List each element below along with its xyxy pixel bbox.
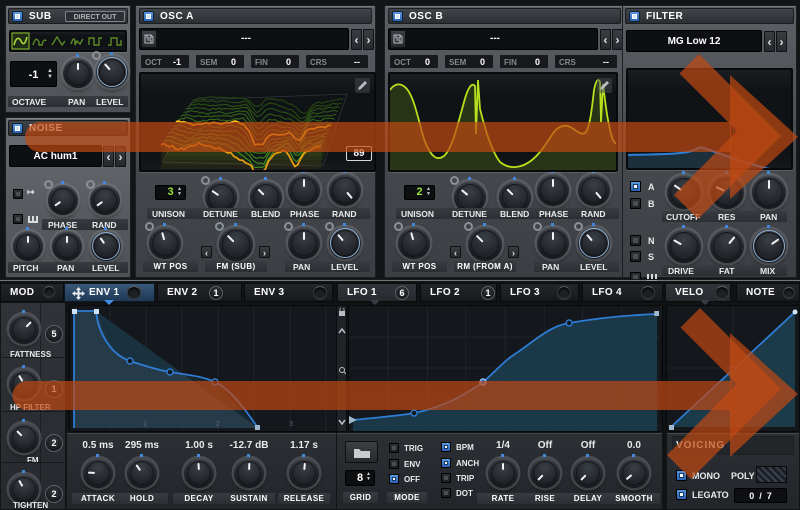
svg-text:2: 2 — [216, 421, 220, 428]
svg-text:3: 3 — [289, 421, 293, 428]
svg-text:1: 1 — [143, 421, 147, 428]
